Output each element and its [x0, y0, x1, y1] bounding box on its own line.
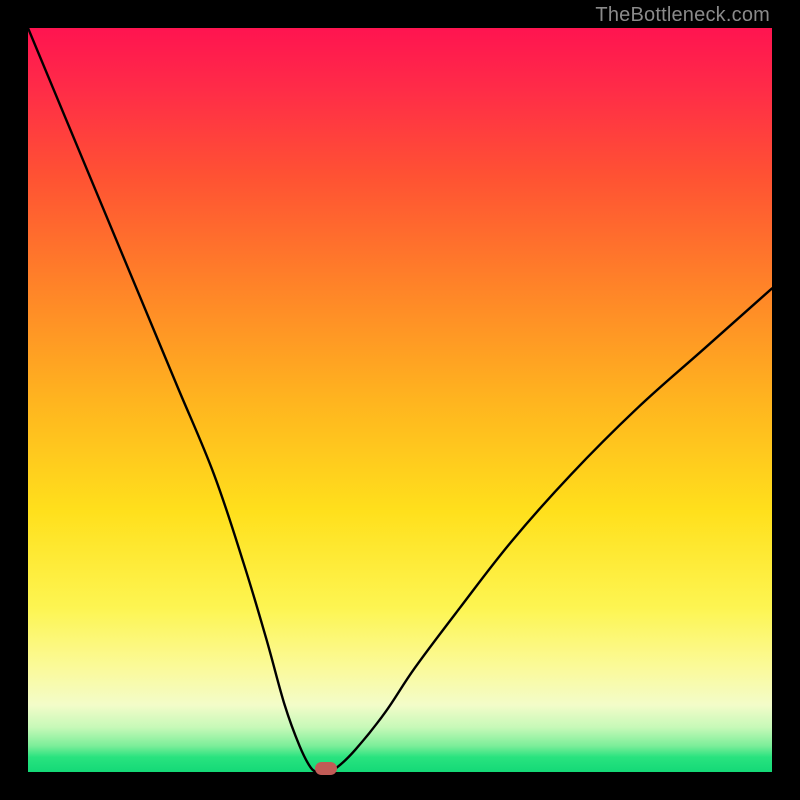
watermark-text: TheBottleneck.com: [595, 4, 770, 27]
bottleneck-curve: [28, 28, 772, 772]
optimum-marker: [315, 762, 337, 775]
chart-plot-area: [28, 28, 772, 772]
